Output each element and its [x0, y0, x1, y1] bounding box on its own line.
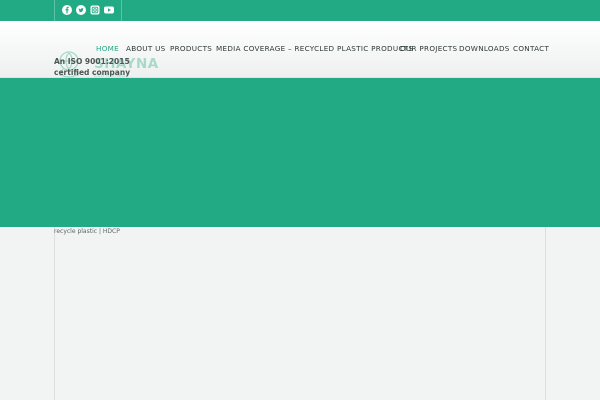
- nav-item-contact[interactable]: CONTACT: [513, 44, 549, 54]
- broken-image-alt-text: recycle plastic | HDCP: [54, 228, 120, 235]
- nav-item-products[interactable]: PRODUCTS: [170, 44, 212, 54]
- twitter-icon[interactable]: [76, 5, 86, 15]
- topbar-divider: [54, 0, 55, 21]
- topbar-divider: [121, 0, 122, 21]
- nav-item-about-us[interactable]: ABOUT US: [126, 44, 166, 54]
- hero-banner: [0, 78, 600, 227]
- certification-tagline: An ISO 9001:2015 certified company: [54, 57, 131, 77]
- nav-item-our-projects[interactable]: OUR PROJECTS: [400, 44, 457, 54]
- instagram-icon[interactable]: [90, 5, 100, 15]
- youtube-icon[interactable]: [104, 5, 114, 15]
- nav-item-home[interactable]: HOME: [96, 44, 119, 54]
- nav-item-downloads[interactable]: DOWNLOADS: [459, 44, 510, 54]
- facebook-icon[interactable]: [62, 5, 72, 15]
- top-bar: [0, 0, 600, 21]
- content-area: [54, 227, 546, 400]
- nav-item-media-coverage[interactable]: MEDIA COVERAGE – RECYCLED PLASTIC PRODUC…: [216, 44, 413, 54]
